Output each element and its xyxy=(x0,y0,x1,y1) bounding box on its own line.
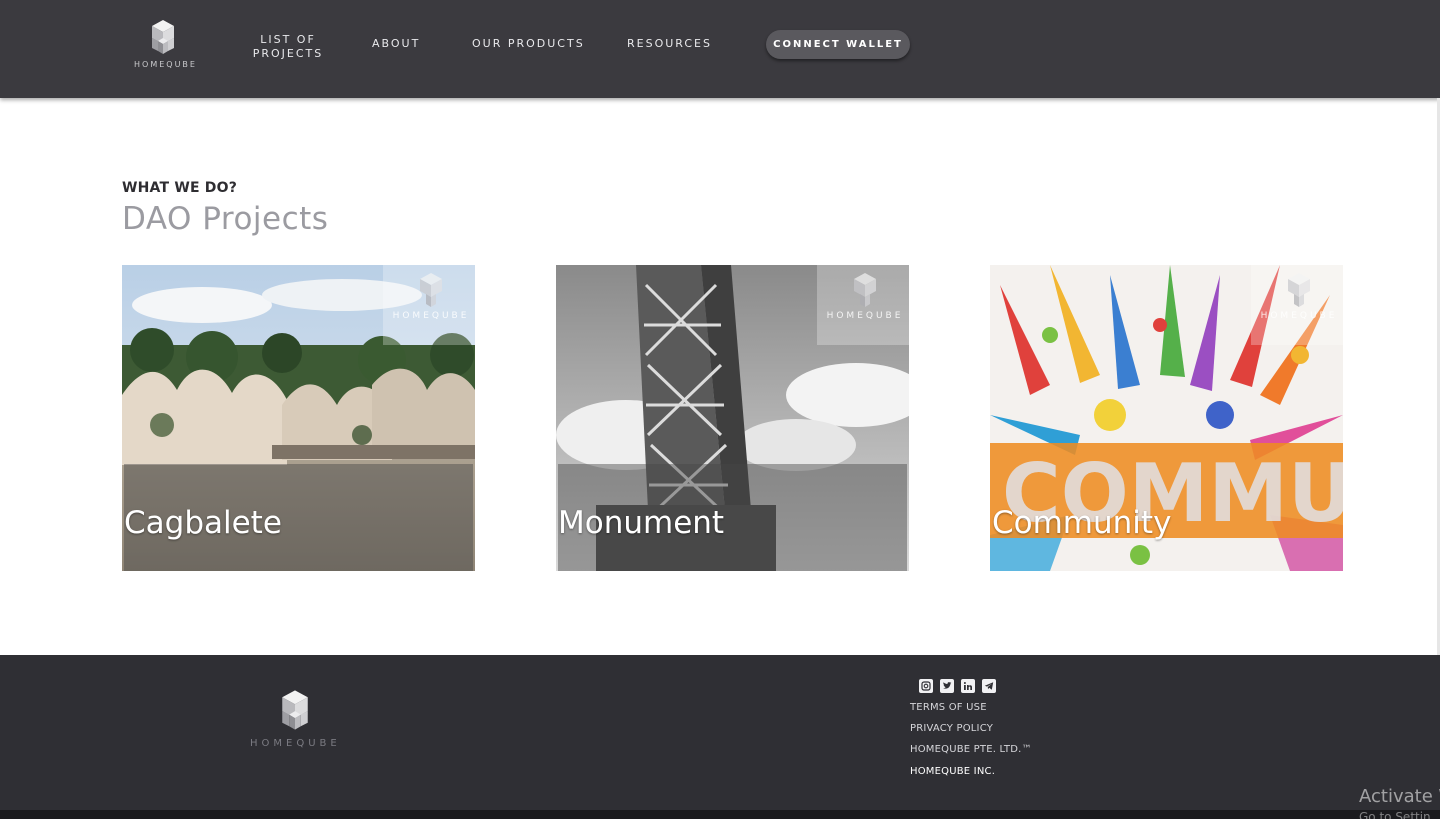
company-pte-link[interactable]: HOMEQUBE PTE. LTD.™ xyxy=(910,744,1032,755)
nav-list-of-projects-line2: PROJECTS xyxy=(252,47,324,60)
twitter-icon[interactable] xyxy=(940,679,954,693)
card-title: Monument xyxy=(558,505,725,541)
nav-list-of-projects[interactable]: LIST OF PROJECTS xyxy=(248,33,328,61)
section-title: DAO Projects xyxy=(122,201,329,237)
project-card-cagbalete[interactable]: HOMEQUBE Cagbalete xyxy=(122,265,475,571)
footer-bottom-bar xyxy=(0,810,1440,819)
site-footer xyxy=(0,655,1440,810)
cube-logo-icon xyxy=(420,273,442,307)
nav-resources[interactable]: RESOURCES xyxy=(627,37,712,51)
connect-wallet-button[interactable]: CONNECT WALLET xyxy=(766,30,910,59)
card-watermark-text: HOMEQUBE xyxy=(392,311,470,321)
project-card-community[interactable]: HOMEQUBE COMMUNI Community xyxy=(990,265,1343,571)
card-watermark: HOMEQUBE xyxy=(383,265,475,345)
terms-of-use-link[interactable]: TERMS OF USE xyxy=(910,702,987,713)
nav-our-products[interactable]: OUR PRODUCTS xyxy=(472,37,585,51)
company-inc-link[interactable]: HOMEQUBE INC. xyxy=(910,766,995,777)
activate-windows-watermark: Activate W xyxy=(1359,786,1440,807)
instagram-icon[interactable] xyxy=(919,679,933,693)
activate-windows-subtext: Go to Settin xyxy=(1359,810,1431,819)
homequbes-logo[interactable]: HOMEQUBE xyxy=(134,18,197,78)
logo-text: HOMEQUBE xyxy=(134,60,197,69)
card-watermark-text: HOMEQUBE xyxy=(1260,311,1338,321)
cube-logo-icon xyxy=(282,690,308,730)
card-watermark-text: HOMEQUBE xyxy=(826,311,904,321)
site-header: HOMEQUBE LIST OF PROJECTS ABOUT OUR PROD… xyxy=(0,0,1440,98)
nav-about[interactable]: ABOUT xyxy=(372,37,420,51)
card-watermark: HOMEQUBE xyxy=(1251,265,1343,345)
telegram-icon[interactable] xyxy=(982,679,996,693)
linkedin-icon[interactable] xyxy=(961,679,975,693)
nav-list-of-projects-line1: LIST OF xyxy=(260,33,316,46)
section-eyebrow: WHAT WE DO? xyxy=(122,180,238,196)
card-watermark: HOMEQUBE xyxy=(817,265,909,345)
cube-logo-icon xyxy=(1288,273,1310,307)
privacy-policy-link[interactable]: PRIVACY POLICY xyxy=(910,723,993,734)
footer-logo-text: HOMEQUBE xyxy=(250,738,341,749)
social-links xyxy=(919,679,996,693)
card-title: Cagbalete xyxy=(124,505,282,541)
project-card-monument[interactable]: HOMEQUBE Monument xyxy=(556,265,909,571)
footer-logo[interactable]: HOMEQUBE xyxy=(250,688,340,749)
card-title: Community xyxy=(992,505,1172,541)
cube-logo-icon xyxy=(152,20,174,54)
cube-logo-icon xyxy=(854,273,876,307)
